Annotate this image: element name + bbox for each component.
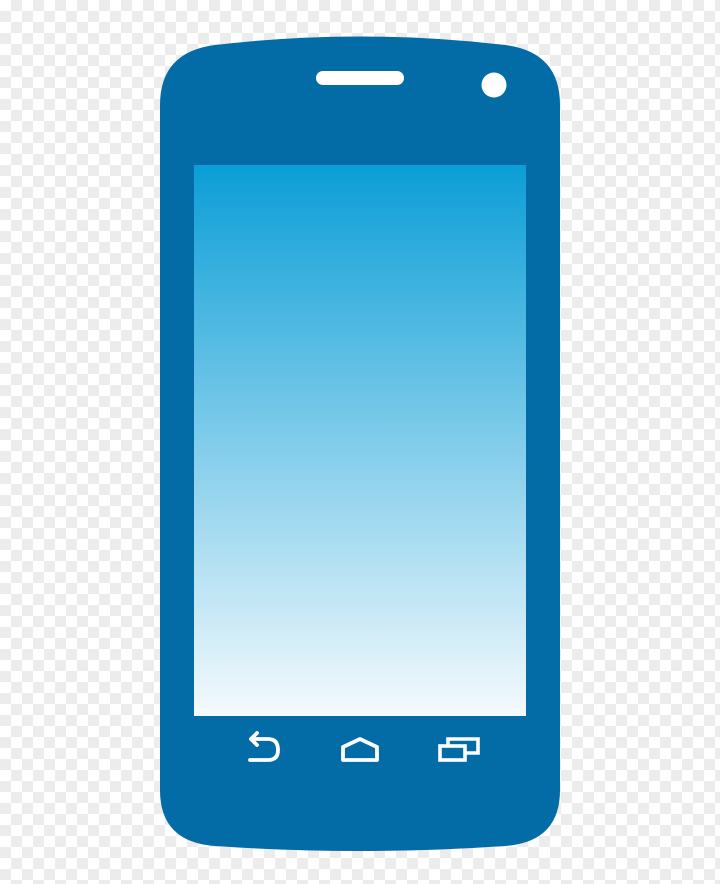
- phone-screen: [194, 165, 526, 716]
- front-camera: [481, 72, 507, 98]
- earpiece-speaker: [316, 71, 404, 85]
- phone-illustration: [160, 36, 560, 851]
